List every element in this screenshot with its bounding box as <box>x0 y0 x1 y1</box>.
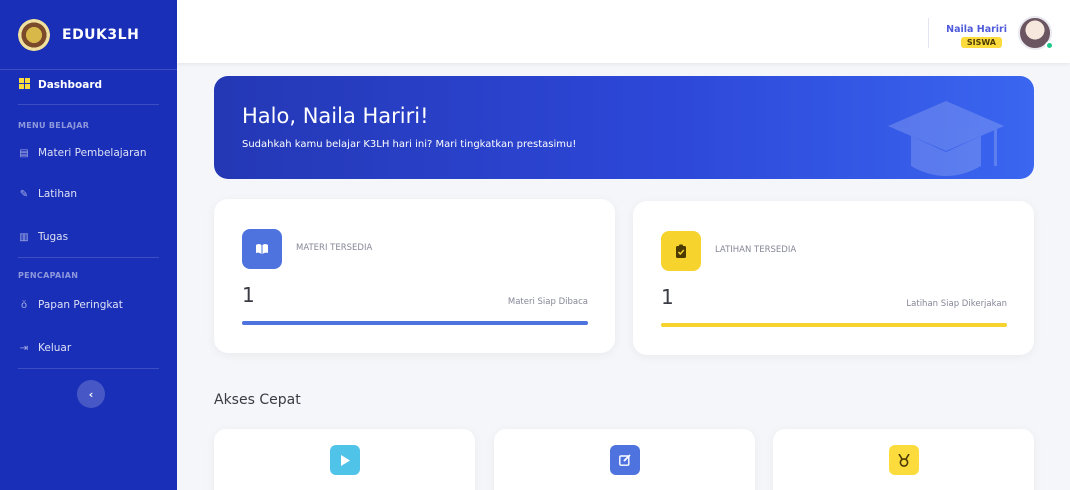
graduation-cap-icon <box>888 101 1004 176</box>
sidebar-item-label: Materi Pembelajaran <box>38 147 147 159</box>
sidebar-item-label: Keluar <box>38 342 72 354</box>
clipboard-icon: ▥ <box>19 231 29 243</box>
stat-card-materi[interactable]: MATERI TERSEDIA 1 Materi Siap Dibaca <box>214 199 615 353</box>
clipboard-check-icon <box>676 244 686 258</box>
sidebar: EDUK3LH Dashboard MENU BELAJAR ▤ Materi … <box>0 0 177 490</box>
play-icon <box>329 445 360 475</box>
progress-bar <box>661 323 1007 327</box>
progress-fill <box>242 321 588 325</box>
brand-name: EDUK3LH <box>62 26 140 43</box>
quick-card-latihan[interactable] <box>494 429 755 490</box>
sidebar-divider <box>18 104 159 105</box>
progress-fill <box>661 323 1007 327</box>
online-status-dot <box>1045 41 1054 50</box>
sidebar-divider <box>18 368 159 369</box>
sidebar-item-label: Dashboard <box>38 79 103 91</box>
chevron-left-icon: ‹ <box>88 387 94 401</box>
pencil-icon: ✎ <box>19 188 29 200</box>
book-open-icon <box>256 244 268 254</box>
stat-note: Latihan Siap Dikerjakan <box>906 299 1007 309</box>
sidebar-divider <box>18 257 159 258</box>
role-badge: SISWA <box>960 37 1002 48</box>
sidebar-item-latihan[interactable]: ✎ Latihan <box>0 188 95 200</box>
topbar-divider <box>928 18 929 48</box>
sidebar-item-materi[interactable]: ▤ Materi Pembelajaran <box>0 147 165 159</box>
quick-card-materi[interactable] <box>214 429 475 490</box>
stat-note: Materi Siap Dibaca <box>507 297 588 307</box>
sidebar-item-label: Tugas <box>38 231 69 243</box>
sidebar-item-label: Papan Peringkat <box>38 299 123 311</box>
topbar: Naila Hariri SISWA <box>177 0 1070 63</box>
sidebar-heading-belajar: MENU BELAJAR <box>18 121 90 130</box>
quick-access-title: Akses Cepat <box>214 392 301 408</box>
sidebar-item-dashboard[interactable]: Dashboard <box>0 78 120 92</box>
sidebar-toggle-button[interactable]: ‹ <box>77 380 105 408</box>
stat-value: 1 <box>242 283 255 307</box>
book-icon: ▤ <box>19 147 29 159</box>
brand[interactable]: EDUK3LH <box>0 0 177 70</box>
sidebar-item-tugas[interactable]: ▥ Tugas <box>0 231 86 243</box>
school-logo <box>18 18 50 51</box>
logout-icon: ⇥ <box>19 342 29 354</box>
sidebar-item-label: Latihan <box>38 188 78 200</box>
sidebar-heading-pencapaian: PENCAPAIAN <box>18 271 79 280</box>
quick-card-peringkat[interactable] <box>773 429 1034 490</box>
welcome-subtitle: Sudahkah kamu belajar K3LH hari ini? Mar… <box>242 139 577 150</box>
medal-icon <box>888 445 919 475</box>
user-name[interactable]: Naila Hariri <box>946 24 1007 35</box>
stat-icon-bg <box>661 231 701 271</box>
stat-label: LATIHAN TERSEDIA <box>715 245 797 255</box>
stat-icon-bg <box>242 229 282 269</box>
stat-value: 1 <box>661 285 674 309</box>
stat-card-latihan[interactable]: LATIHAN TERSEDIA 1 Latihan Siap Dikerjak… <box>633 201 1034 355</box>
progress-bar <box>242 321 588 325</box>
edit-icon <box>609 445 640 475</box>
welcome-banner: Halo, Naila Hariri! Sudahkah kamu belaja… <box>214 76 1034 179</box>
stat-label: MATERI TERSEDIA <box>296 243 373 253</box>
grid-icon <box>18 78 30 92</box>
medal-icon: ŏ <box>20 299 28 311</box>
sidebar-item-keluar[interactable]: ⇥ Keluar <box>0 342 89 354</box>
sidebar-item-peringkat[interactable]: ŏ Papan Peringkat <box>0 299 141 311</box>
welcome-title: Halo, Naila Hariri! <box>242 104 429 128</box>
